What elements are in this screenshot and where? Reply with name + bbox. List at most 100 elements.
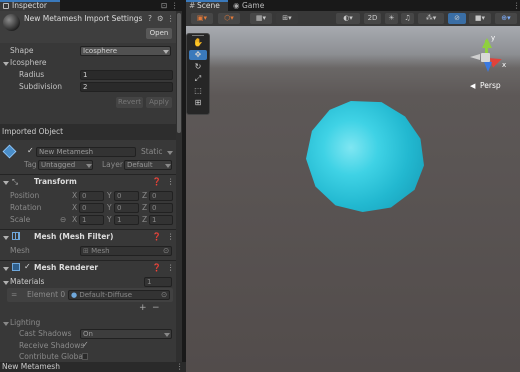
cast-shadows-value: On: [83, 330, 93, 338]
tag-arrow-icon: [86, 164, 92, 168]
scale-label: Scale: [10, 215, 31, 224]
help-icon[interactable]: ?: [148, 14, 152, 24]
add-material-button[interactable]: +: [139, 303, 147, 313]
scl-y-field[interactable]: 1: [114, 215, 139, 225]
object-name-field[interactable]: New Metamesh: [36, 147, 136, 157]
subdivision-value: 2: [83, 83, 88, 91]
rot-z-field[interactable]: 0: [149, 203, 173, 213]
static-label[interactable]: Static: [141, 147, 162, 157]
footer-menu-icon[interactable]: ⋮: [176, 362, 184, 372]
game-tab-label[interactable]: Game: [242, 1, 264, 11]
camera-button[interactable]: ■▾: [469, 13, 491, 24]
remove-material-button[interactable]: −: [152, 303, 160, 313]
hand-icon[interactable]: ✋: [189, 38, 207, 48]
inspector-icon: [3, 3, 9, 9]
drag-handle-icon[interactable]: =: [11, 290, 17, 300]
scene-tab-menu-icon[interactable]: ⋮: [513, 1, 520, 11]
receive-shadows-checkbox[interactable]: ✓: [82, 340, 89, 349]
apply-button[interactable]: Apply: [146, 97, 172, 108]
element-picker-icon[interactable]: ⊙: [161, 290, 167, 300]
scl-y-value: 1: [117, 216, 122, 224]
mesh-renderer-title: Mesh Renderer: [34, 263, 99, 272]
rot-x-value: 0: [82, 204, 87, 212]
pivot-button[interactable]: ⬡▾: [218, 13, 240, 24]
tool-palette-grip[interactable]: [192, 35, 204, 36]
snap-button[interactable]: ⊞▾: [276, 13, 298, 24]
element-0-field[interactable]: ● Default-Diffuse: [68, 290, 170, 300]
subdivision-label: Subdivision: [19, 82, 62, 91]
divider: [0, 229, 176, 230]
draw-mode-button[interactable]: ▣▾: [191, 13, 213, 24]
pos-x-field[interactable]: 0: [79, 191, 104, 201]
mesh-object-field[interactable]: ⊞ Mesh: [80, 246, 172, 256]
rot-y-field[interactable]: 0: [114, 203, 139, 213]
transform-foldout-icon[interactable]: [3, 181, 9, 185]
mesh-renderer-menu-icon[interactable]: ⋮: [167, 263, 175, 273]
icosphere-foldout-icon[interactable]: [3, 62, 9, 66]
divider: [0, 260, 176, 261]
scl-z-field[interactable]: 1: [149, 215, 173, 225]
pos-y-value: 0: [117, 192, 122, 200]
materials-foldout-icon[interactable]: [3, 281, 9, 285]
tab-menu-icon[interactable]: ⋮: [171, 1, 179, 11]
mesh-renderer-help-icon[interactable]: ❓: [152, 263, 161, 273]
radius-field[interactable]: 1: [80, 70, 173, 80]
transform-help-icon[interactable]: ❓: [152, 177, 161, 187]
element-0-value: Default-Diffuse: [79, 291, 132, 299]
header-menu-icon[interactable]: ⋮: [167, 14, 175, 24]
rot-x-field[interactable]: 0: [79, 203, 104, 213]
materials-label: Materials: [10, 277, 45, 286]
grid-button[interactable]: ▦▾: [250, 13, 272, 24]
mesh-label: Mesh: [10, 246, 30, 255]
mesh-filter-menu-icon[interactable]: ⋮: [167, 232, 175, 242]
audio-toggle-icon[interactable]: ♫: [401, 13, 414, 24]
shading-mode-button[interactable]: ◐▾: [336, 13, 360, 24]
inspector-tab-label: Inspector: [12, 1, 47, 10]
persp-label[interactable]: Persp: [480, 81, 501, 91]
pos-y-field[interactable]: 0: [114, 191, 139, 201]
revert-button[interactable]: Revert: [116, 97, 143, 108]
tag-dropdown[interactable]: Untagged: [38, 160, 93, 170]
transform-title: Transform: [34, 177, 77, 186]
gizmo-center-cube[interactable]: [481, 53, 490, 62]
transform-menu-icon[interactable]: ⋮: [167, 177, 175, 187]
settings-icon[interactable]: ⚙: [157, 14, 164, 24]
materials-count-field[interactable]: 1: [144, 277, 172, 287]
open-button[interactable]: Open: [146, 28, 172, 39]
pos-z-field[interactable]: 0: [149, 191, 173, 201]
transform-tool-icon[interactable]: ⊞: [189, 98, 207, 108]
materials-count: 1: [147, 278, 152, 286]
inspector-scroll-thumb[interactable]: [177, 13, 181, 133]
active-checkbox[interactable]: ✓: [27, 146, 34, 155]
rot-z-label: Z: [142, 203, 148, 212]
lock-icon[interactable]: ⊡: [161, 1, 167, 11]
visibility-toggle-icon[interactable]: ⊘: [448, 13, 466, 24]
scl-x-field[interactable]: 1: [79, 215, 104, 225]
mesh-renderer-foldout-icon[interactable]: [3, 267, 9, 271]
mesh-picker-icon[interactable]: ⊙: [163, 246, 169, 256]
contribute-gi-checkbox[interactable]: [82, 353, 88, 360]
subdivision-field[interactable]: 2: [80, 82, 173, 92]
scl-y-label: Y: [107, 215, 112, 224]
rot-y-label: Y: [107, 203, 112, 212]
rect-icon[interactable]: ⬚: [189, 86, 207, 96]
persp-cube-icon: ◀: [470, 82, 476, 90]
lighting-foldout-icon[interactable]: [3, 322, 9, 326]
mesh-renderer-checkbox[interactable]: ✓: [24, 262, 31, 271]
rotate-icon[interactable]: ↻: [189, 62, 207, 72]
lighting-toggle-icon[interactable]: ☀: [385, 13, 398, 24]
pos-y-label: Y: [107, 191, 112, 200]
scale-link-icon[interactable]: ⊖: [60, 215, 66, 225]
gizmos-button[interactable]: ⊕▾: [495, 13, 517, 24]
scale-icon[interactable]: ⤢: [189, 74, 207, 84]
2d-toggle-button[interactable]: 2D: [364, 13, 381, 24]
mesh-filter-foldout-icon[interactable]: [3, 236, 9, 240]
shape-dropdown[interactable]: Icosphere: [80, 46, 171, 56]
effects-button[interactable]: ⁂▾: [418, 13, 444, 24]
mesh-filter-help-icon[interactable]: ❓: [152, 232, 161, 242]
position-label: Position: [10, 191, 40, 200]
cast-shadows-dropdown[interactable]: On: [80, 329, 172, 339]
lighting-label: Lighting: [10, 318, 41, 327]
move-icon[interactable]: ✥: [189, 50, 207, 60]
mesh-small-icon: ⊞: [83, 247, 92, 255]
